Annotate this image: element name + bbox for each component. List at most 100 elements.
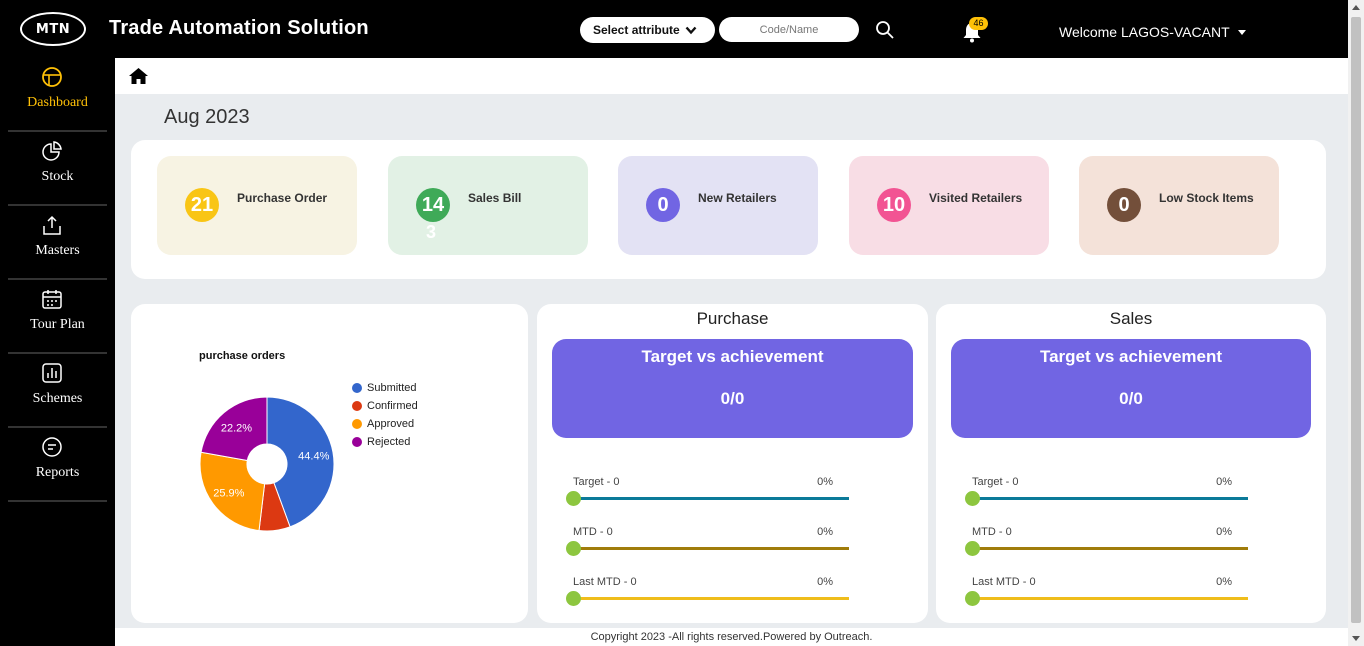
sidebar-item-label: Schemes bbox=[32, 391, 83, 406]
sidebar-item-label: Masters bbox=[35, 243, 80, 258]
legend-swatch bbox=[352, 383, 362, 393]
tile-label: Sales Bill bbox=[468, 191, 522, 205]
search-icon[interactable] bbox=[875, 20, 895, 40]
tile-count-overflow: 3 bbox=[426, 222, 437, 242]
sidebar-item-stock[interactable]: Stock bbox=[8, 132, 107, 206]
legend-label: Rejected bbox=[367, 436, 411, 448]
meter-percent: 0% bbox=[817, 526, 833, 538]
meter-knob[interactable] bbox=[566, 591, 581, 606]
legend-item[interactable]: Approved bbox=[352, 415, 418, 433]
purchase-panel: Purchase Target vs achievement 0/0 Targe… bbox=[537, 304, 928, 623]
summary-tile[interactable]: 0 Low Stock Items bbox=[1079, 156, 1279, 255]
dashboard-icon bbox=[42, 67, 62, 87]
tile-count: 0 bbox=[1107, 188, 1141, 222]
meter-track bbox=[573, 497, 849, 500]
sidebar-item-dashboard[interactable]: Dashboard bbox=[8, 58, 107, 132]
summary-tile[interactable]: 0 New Retailers bbox=[618, 156, 818, 255]
bar-chart-icon bbox=[42, 363, 62, 383]
meter-label: Last MTD - 0 bbox=[573, 576, 637, 588]
meter-label: Target - 0 bbox=[972, 476, 1019, 488]
meter-track bbox=[972, 597, 1248, 600]
progress-meter: Target - 0 0% bbox=[566, 476, 849, 516]
legend-label: Submitted bbox=[367, 382, 417, 394]
meter-percent: 0% bbox=[1216, 526, 1232, 538]
meter-track bbox=[573, 547, 849, 550]
meter-label: Target - 0 bbox=[573, 476, 620, 488]
meter-knob[interactable] bbox=[566, 541, 581, 556]
tva-heading: Target vs achievement bbox=[641, 347, 824, 366]
summary-tile[interactable]: 10 Visited Retailers bbox=[849, 156, 1049, 255]
pie-chart-icon bbox=[42, 141, 62, 161]
calendar-icon bbox=[42, 290, 62, 309]
select-attribute-dropdown[interactable]: Select attribute bbox=[580, 17, 715, 43]
tva-heading: Target vs achievement bbox=[1039, 347, 1223, 366]
tva-value: 0/0 bbox=[1119, 389, 1143, 408]
tile-label: Purchase Order bbox=[237, 191, 328, 205]
legend-item[interactable]: Rejected bbox=[352, 433, 418, 451]
page-scrollbar[interactable] bbox=[1348, 0, 1364, 646]
tile-label: New Retailers bbox=[698, 191, 777, 205]
pie-data-label: 44.4% bbox=[298, 451, 329, 463]
footer-copyright: Copyright 2023 -All rights reserved.Powe… bbox=[115, 628, 1348, 646]
meter-percent: 0% bbox=[817, 476, 833, 488]
legend-swatch bbox=[352, 437, 362, 447]
scrollbar-thumb[interactable] bbox=[1351, 17, 1361, 623]
summary-tiles-panel: 21 Purchase Order 14 3 Sales Bill 0 New Retail… bbox=[131, 140, 1326, 279]
meter-label: Last MTD - 0 bbox=[972, 576, 1036, 588]
sidebar-item-tour-plan[interactable]: Tour Plan bbox=[8, 280, 107, 354]
sidebar-item-label: Reports bbox=[35, 465, 80, 480]
sidebar-item-label: Tour Plan bbox=[30, 317, 85, 332]
app-title: Trade Automation Solution bbox=[109, 17, 369, 39]
meter-track bbox=[573, 597, 849, 600]
legend-swatch bbox=[352, 419, 362, 429]
sidebar-item-label: Stock bbox=[41, 169, 74, 184]
home-icon[interactable] bbox=[128, 67, 149, 85]
tile-label: Low Stock Items bbox=[1159, 191, 1254, 205]
caret-down-icon bbox=[1237, 29, 1246, 35]
tile-count: 21 bbox=[185, 188, 219, 222]
sales-panel: Sales Target vs achievement 0/0 Target -… bbox=[936, 304, 1326, 623]
code-name-search-input[interactable] bbox=[719, 17, 859, 42]
period-label: Aug 2023 bbox=[164, 106, 250, 128]
purchase-orders-chart-panel: 44.4% 25.9% 22.2% purchase orders Submitte… bbox=[131, 304, 528, 623]
chart-title: purchase orders bbox=[199, 350, 286, 362]
tile-count: 0 bbox=[646, 188, 680, 222]
progress-meter: Target - 0 0% bbox=[965, 476, 1248, 516]
sidebar-item-masters[interactable]: Masters bbox=[8, 206, 107, 280]
pie-chart: 44.4% 25.9% 22.2% bbox=[199, 396, 335, 532]
meter-percent: 0% bbox=[1216, 476, 1232, 488]
select-attribute-label: Select attribute bbox=[593, 23, 680, 37]
meter-track bbox=[972, 547, 1248, 550]
meter-knob[interactable] bbox=[965, 491, 980, 506]
sidebar-item-reports[interactable]: Reports bbox=[8, 428, 107, 502]
sales-title: Sales bbox=[1109, 309, 1153, 328]
sidebar-item-label: Dashboard bbox=[27, 95, 88, 110]
top-navbar: MTN Trade Automation Solution Select att… bbox=[0, 0, 1348, 58]
meter-knob[interactable] bbox=[566, 491, 581, 506]
legend-item[interactable]: Confirmed bbox=[352, 397, 418, 415]
pie-data-label: 22.2% bbox=[221, 423, 252, 435]
legend-item[interactable]: Submitted bbox=[352, 379, 418, 397]
legend-swatch bbox=[352, 401, 362, 411]
meter-track bbox=[972, 497, 1248, 500]
upload-icon bbox=[43, 215, 61, 235]
scroll-up-arrow-icon[interactable] bbox=[1352, 5, 1360, 10]
progress-meter: MTD - 0 0% bbox=[566, 526, 849, 566]
meter-percent: 0% bbox=[817, 576, 833, 588]
user-menu[interactable]: Welcome LAGOS-VACANT bbox=[1059, 24, 1246, 40]
mtn-logo[interactable]: MTN bbox=[20, 12, 86, 46]
meter-knob[interactable] bbox=[965, 541, 980, 556]
pie-data-label: 25.9% bbox=[213, 487, 244, 499]
report-icon bbox=[42, 437, 62, 457]
tile-label: Visited Retailers bbox=[929, 191, 1023, 205]
sidebar-item-schemes[interactable]: Schemes bbox=[8, 354, 107, 428]
legend-label: Confirmed bbox=[367, 400, 418, 412]
progress-meter: MTD - 0 0% bbox=[965, 526, 1248, 566]
meter-knob[interactable] bbox=[965, 591, 980, 606]
summary-tile[interactable]: 14 3 Sales Bill bbox=[388, 156, 588, 255]
tile-count: 10 bbox=[877, 188, 911, 222]
meter-percent: 0% bbox=[1216, 576, 1232, 588]
scroll-down-arrow-icon[interactable] bbox=[1352, 636, 1360, 641]
summary-tile[interactable]: 21 Purchase Order bbox=[157, 156, 357, 255]
legend-label: Approved bbox=[367, 418, 415, 430]
